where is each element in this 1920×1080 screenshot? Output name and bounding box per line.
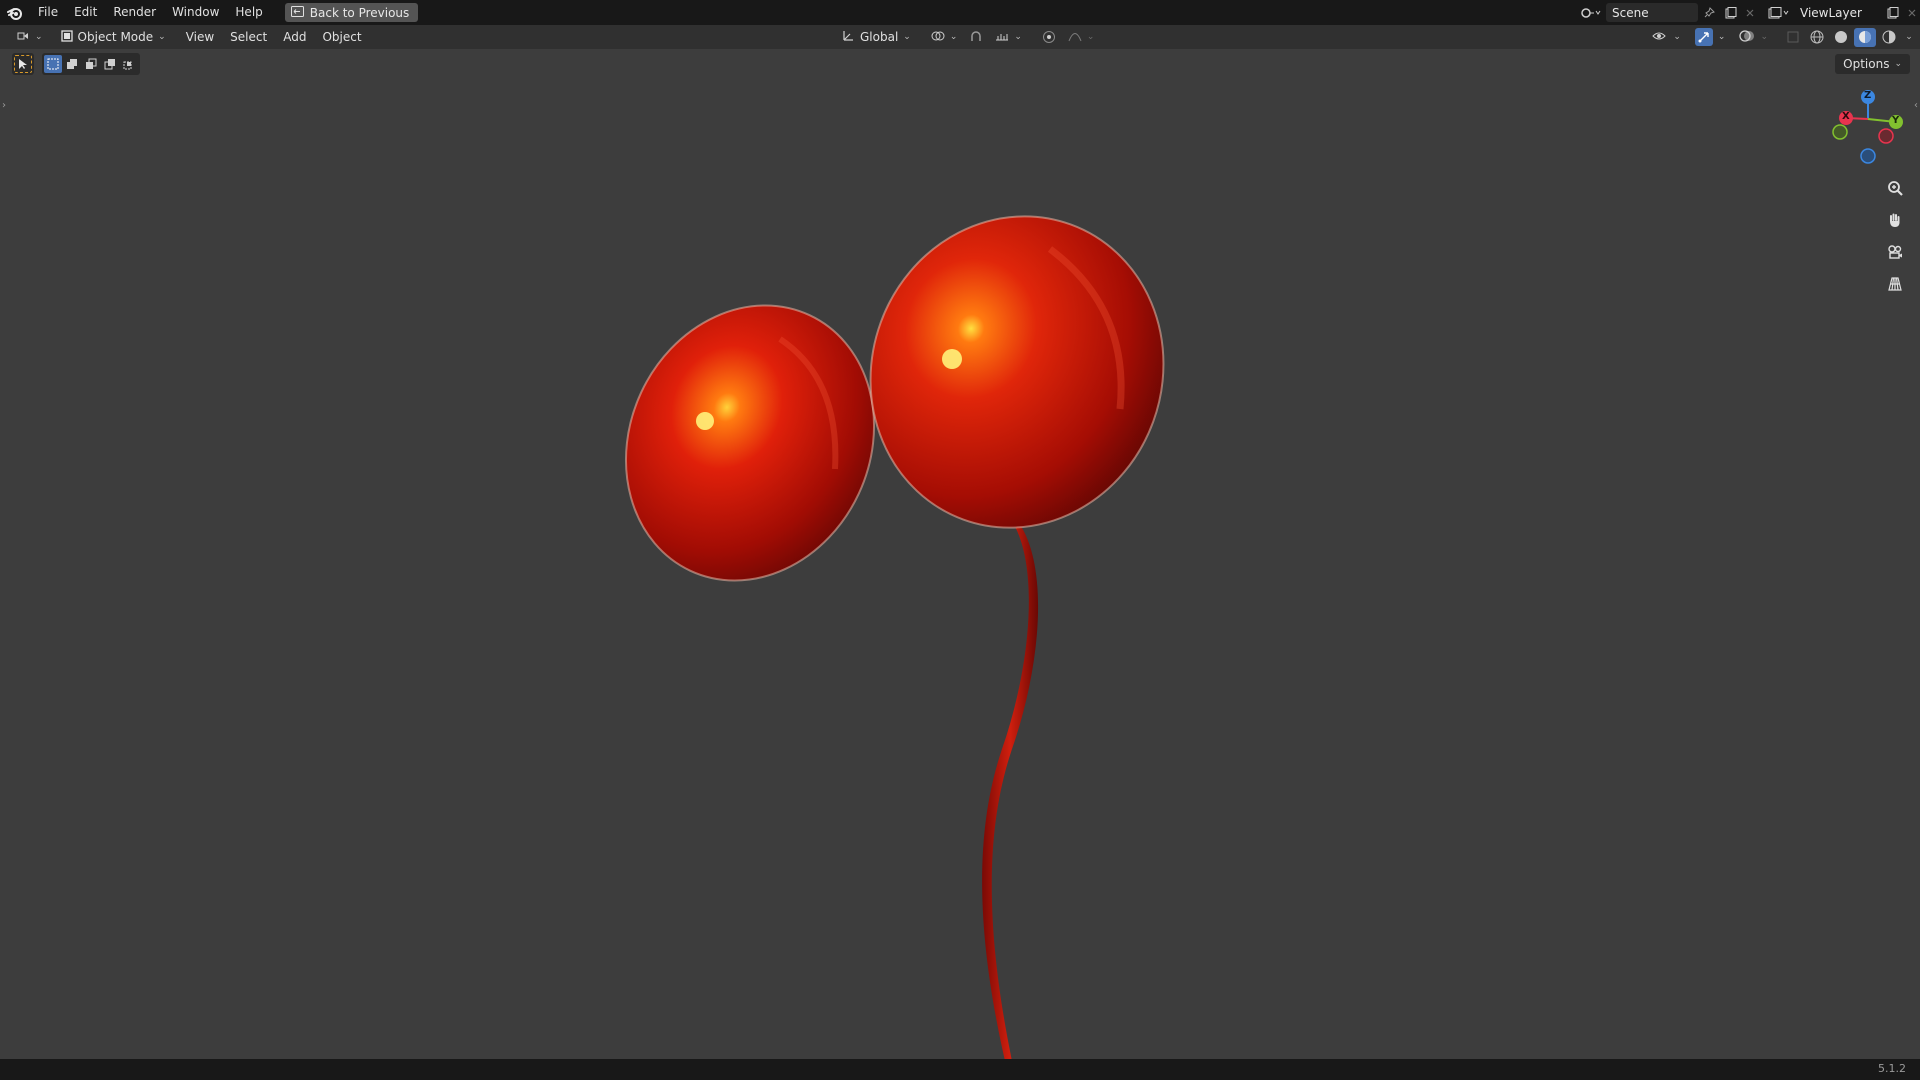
- pan-hand-icon[interactable]: [1882, 207, 1908, 233]
- scene-name: Scene: [1612, 5, 1649, 20]
- menu-window[interactable]: Window: [164, 0, 227, 25]
- zoom-icon[interactable]: [1882, 175, 1908, 201]
- object-mode-icon: [60, 29, 73, 45]
- orientation-axes-icon: [842, 29, 855, 45]
- wireframe-shading-icon[interactable]: [1806, 28, 1828, 47]
- perspective-grid-icon[interactable]: [1882, 271, 1908, 297]
- menu-view[interactable]: View: [178, 25, 222, 49]
- gizmo-z-label: Z: [1864, 90, 1872, 101]
- view-layer-field[interactable]: ViewLayer: [1794, 3, 1882, 22]
- balloon-left[interactable]: [582, 264, 919, 621]
- pivot-point-dropdown[interactable]: ⌄: [925, 27, 964, 47]
- xray-toggle-icon[interactable]: [1782, 28, 1804, 47]
- menu-edit[interactable]: Edit: [66, 0, 105, 25]
- options-label: Options: [1843, 57, 1890, 71]
- options-dropdown[interactable]: Options ⌄: [1835, 54, 1910, 74]
- scene-selector-icon[interactable]: [1576, 3, 1606, 22]
- snap-increment-icon: [995, 30, 1009, 45]
- solid-shading-icon[interactable]: [1830, 28, 1852, 47]
- gizmo-dropdown[interactable]: ⌄: [1689, 27, 1732, 47]
- top-bar: File Edit Render Window Help Back to Pre…: [0, 0, 1920, 25]
- balloon-right[interactable]: [827, 175, 1207, 569]
- view-layer-name: ViewLayer: [1800, 5, 1862, 20]
- menu-add[interactable]: Add: [275, 25, 314, 49]
- proportional-falloff-dropdown[interactable]: ⌄: [1062, 27, 1101, 47]
- editor-type-selector[interactable]: ⌄: [10, 27, 49, 47]
- transform-orientation-dropdown[interactable]: Global ⌄: [836, 27, 917, 47]
- blender-logo-icon[interactable]: [0, 0, 30, 25]
- eye-cursor-icon: [1652, 30, 1668, 45]
- rendered-shading-icon[interactable]: [1878, 28, 1900, 47]
- menu-file[interactable]: File: [30, 0, 66, 25]
- active-tool-group: [12, 53, 34, 75]
- snap-toggle-icon[interactable]: [965, 28, 987, 47]
- status-bar: 5.1.2: [0, 1059, 1920, 1080]
- chevron-down-icon: ⌄: [903, 32, 911, 42]
- viewport-navigation: [1882, 175, 1908, 297]
- shading-options-chevron-icon[interactable]: ⌄: [1902, 28, 1916, 47]
- object-mode-label: Object Mode: [77, 30, 154, 44]
- pin-icon[interactable]: [1698, 3, 1720, 22]
- chevron-down-icon: ⌄: [1673, 32, 1681, 42]
- view-layer-selector-icon[interactable]: [1764, 3, 1794, 22]
- select-subtract-icon[interactable]: [82, 55, 100, 73]
- back-to-previous-button[interactable]: Back to Previous: [284, 3, 419, 22]
- chevron-down-icon: ⌄: [1014, 32, 1022, 42]
- delete-view-layer-icon[interactable]: [1904, 3, 1920, 22]
- back-to-previous-label: Back to Previous: [309, 5, 410, 20]
- toolbar-expand-arrow-icon[interactable]: ›: [2, 100, 6, 111]
- snap-target-dropdown[interactable]: ⌄: [989, 27, 1028, 47]
- object-mode-dropdown[interactable]: Object Mode ⌄: [55, 27, 172, 47]
- transform-orientation-label: Global: [860, 30, 899, 44]
- chevron-down-icon: ⌄: [949, 32, 958, 42]
- chevron-down-icon: ⌄: [1717, 32, 1726, 42]
- select-difference-icon[interactable]: [101, 55, 119, 73]
- select-new-icon[interactable]: [44, 55, 62, 73]
- screen-back-icon: [290, 5, 304, 20]
- 3d-viewport[interactable]: [0, 49, 1920, 1059]
- menu-object[interactable]: Object: [314, 25, 369, 49]
- viewport-header: ⌄ Object Mode ⌄ View Select Add Object G…: [0, 25, 1920, 49]
- viewport-scene: [582, 175, 1207, 1059]
- menu-help[interactable]: Help: [227, 0, 270, 25]
- select-tool-button[interactable]: [14, 55, 32, 73]
- select-intersect-icon[interactable]: [120, 55, 138, 73]
- sidebar-expand-arrow-icon[interactable]: ‹: [1914, 100, 1918, 111]
- menu-select[interactable]: Select: [222, 25, 275, 49]
- pivot-point-icon: [931, 30, 945, 45]
- chevron-down-icon: ⌄: [35, 32, 43, 42]
- chevron-down-icon: ⌄: [1086, 32, 1095, 42]
- navigation-gizmo[interactable]: Z X Y: [1826, 86, 1906, 170]
- falloff-curve-icon: [1068, 30, 1082, 45]
- proportional-editing-icon[interactable]: [1038, 28, 1060, 47]
- overlays-dropdown[interactable]: ⌄: [1733, 27, 1774, 47]
- delete-scene-icon[interactable]: [1742, 3, 1758, 22]
- selection-mode-group: [42, 53, 140, 75]
- new-view-layer-icon[interactable]: [1882, 3, 1904, 22]
- scene-name-field[interactable]: Scene: [1606, 3, 1698, 22]
- chevron-down-icon: ⌄: [158, 32, 166, 42]
- gizmo-x-label: X: [1842, 111, 1850, 122]
- version-label: 5.1.2: [1878, 1062, 1906, 1075]
- selectability-visibility-dropdown[interactable]: ⌄: [1646, 27, 1687, 47]
- select-extend-icon[interactable]: [63, 55, 81, 73]
- new-scene-icon[interactable]: [1720, 3, 1742, 22]
- menu-render[interactable]: Render: [105, 0, 164, 25]
- material-preview-shading-icon[interactable]: [1854, 27, 1876, 47]
- chevron-down-icon: ⌄: [1760, 32, 1768, 42]
- gizmo-y-label: Y: [1892, 115, 1900, 126]
- 3d-viewport-icon: [16, 30, 30, 45]
- chevron-down-icon: ⌄: [1894, 59, 1902, 69]
- camera-view-icon[interactable]: [1882, 239, 1908, 265]
- gizmo-icon: [1694, 28, 1713, 46]
- tool-settings-bar: Options ⌄: [0, 49, 1920, 79]
- balloon-ribbon[interactable]: [982, 523, 1039, 1059]
- overlays-icon: [1739, 29, 1755, 46]
